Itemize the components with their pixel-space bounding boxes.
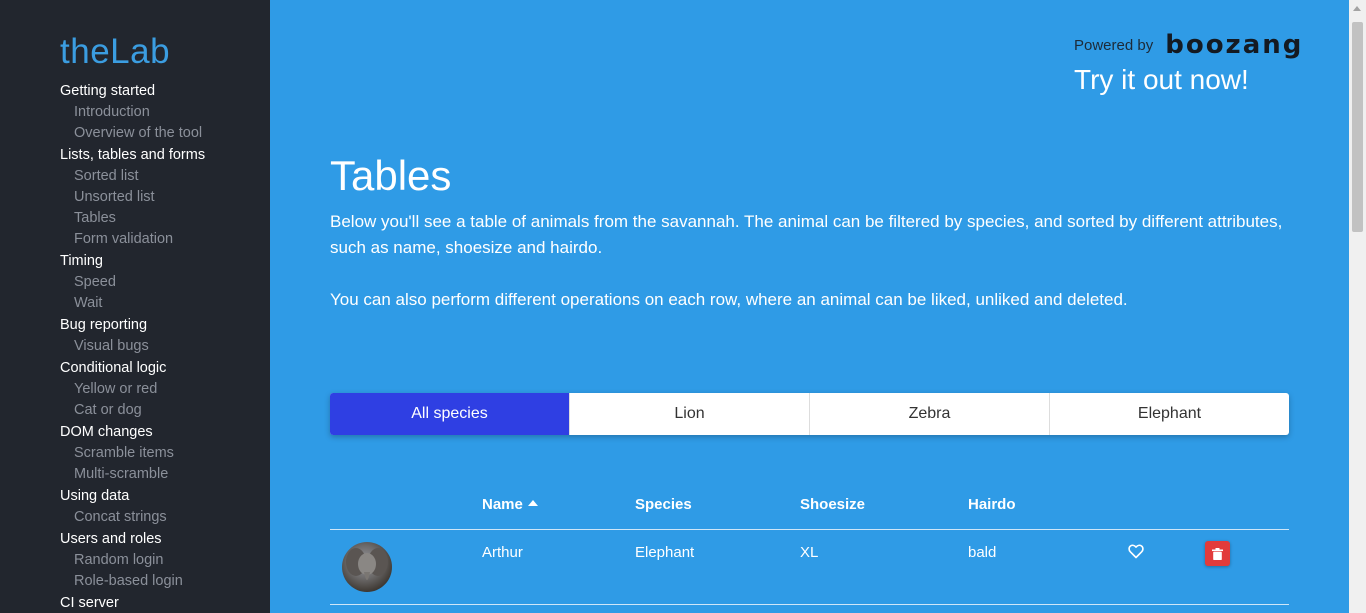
sidebar-item-speed[interactable]: Speed — [60, 272, 260, 293]
cell-hairdo: bald — [968, 544, 997, 561]
delete-button[interactable] — [1205, 541, 1230, 566]
scroll-up-icon[interactable] — [1353, 6, 1361, 11]
sidebar-item-overview[interactable]: Overview of the tool — [60, 123, 260, 144]
page-description-operations: You can also perform different operation… — [330, 290, 1128, 309]
sidebar-item-visual-bugs[interactable]: Visual bugs — [60, 336, 260, 357]
sidebar-item-form-validation[interactable]: Form validation — [60, 229, 260, 250]
caret-up-icon — [527, 500, 538, 506]
page-scrollbar[interactable] — [1349, 0, 1366, 613]
sidebar-item-multi-scramble[interactable]: Multi-scramble — [60, 464, 260, 485]
heart-outline-icon[interactable] — [1128, 544, 1146, 562]
trash-icon — [1212, 547, 1223, 560]
sidebar: theLab Getting started Introduction Over… — [0, 0, 270, 613]
sidebar-group-timing[interactable]: Timing — [60, 251, 260, 272]
sidebar-item-concat-strings[interactable]: Concat strings — [60, 507, 260, 528]
tab-all-species[interactable]: All species — [330, 393, 570, 435]
sidebar-item-yellow-or-red[interactable]: Yellow or red — [60, 379, 260, 400]
sidebar-group-getting-started[interactable]: Getting started — [60, 81, 260, 102]
powered-by[interactable]: Powered by boozang — [1074, 30, 1303, 60]
powered-by-label: Powered by — [1074, 36, 1154, 54]
sidebar-item-random-login[interactable]: Random login — [60, 550, 260, 571]
boozang-logo: boozang — [1165, 30, 1304, 60]
page-title: Tables — [330, 152, 452, 199]
sidebar-item-role-based-login[interactable]: Role-based login — [60, 571, 260, 592]
try-it-out-link[interactable]: Try it out now! — [1074, 64, 1249, 96]
sidebar-item-wait[interactable]: Wait — [60, 293, 260, 314]
sidebar-group-lists-tables-forms[interactable]: Lists, tables and forms — [60, 145, 260, 166]
sidebar-group-users-and-roles[interactable]: Users and roles — [60, 529, 260, 550]
sidebar-item-unsorted-list[interactable]: Unsorted list — [60, 187, 260, 208]
sidebar-group-using-data[interactable]: Using data — [60, 486, 260, 507]
brand-logo[interactable]: theLab — [60, 32, 170, 72]
sidebar-group-conditional-logic[interactable]: Conditional logic — [60, 358, 260, 379]
cell-shoesize: XL — [800, 544, 819, 561]
animal-avatar — [342, 542, 392, 592]
column-header-hairdo[interactable]: Hairdo — [968, 496, 1016, 513]
sidebar-item-sorted-list[interactable]: Sorted list — [60, 166, 260, 187]
page-description: Below you'll see a table of animals from… — [330, 212, 1283, 257]
sidebar-group-bug-reporting[interactable]: Bug reporting — [60, 315, 260, 336]
sidebar-nav: Getting started Introduction Overview of… — [60, 80, 260, 613]
scrollbar-thumb[interactable] — [1352, 22, 1363, 232]
sidebar-item-tables[interactable]: Tables — [60, 208, 260, 229]
sidebar-item-cat-or-dog[interactable]: Cat or dog — [60, 400, 260, 421]
species-filter: All species Lion Zebra Elephant — [330, 393, 1289, 435]
column-header-name-label: Name — [482, 496, 523, 513]
sidebar-group-dom-changes[interactable]: DOM changes — [60, 422, 260, 443]
main-content: Powered by boozang Try it out now! Table… — [270, 0, 1350, 613]
sidebar-group-ci-server[interactable]: CI server — [60, 593, 260, 613]
table-row: Arthur Elephant XL bald — [330, 530, 1289, 605]
sidebar-item-scramble-items[interactable]: Scramble items — [60, 443, 260, 464]
tab-zebra[interactable]: Zebra — [810, 393, 1050, 435]
cell-name: Arthur — [482, 544, 523, 561]
cell-species: Elephant — [635, 544, 695, 561]
column-header-name[interactable]: Name — [482, 496, 538, 513]
column-header-species[interactable]: Species — [635, 496, 692, 513]
tab-elephant[interactable]: Elephant — [1050, 393, 1289, 435]
tab-lion[interactable]: Lion — [570, 393, 810, 435]
sidebar-item-introduction[interactable]: Introduction — [60, 102, 260, 123]
table-header: Name Species Shoesize Hairdo — [330, 490, 1289, 530]
column-header-shoesize[interactable]: Shoesize — [800, 496, 865, 513]
